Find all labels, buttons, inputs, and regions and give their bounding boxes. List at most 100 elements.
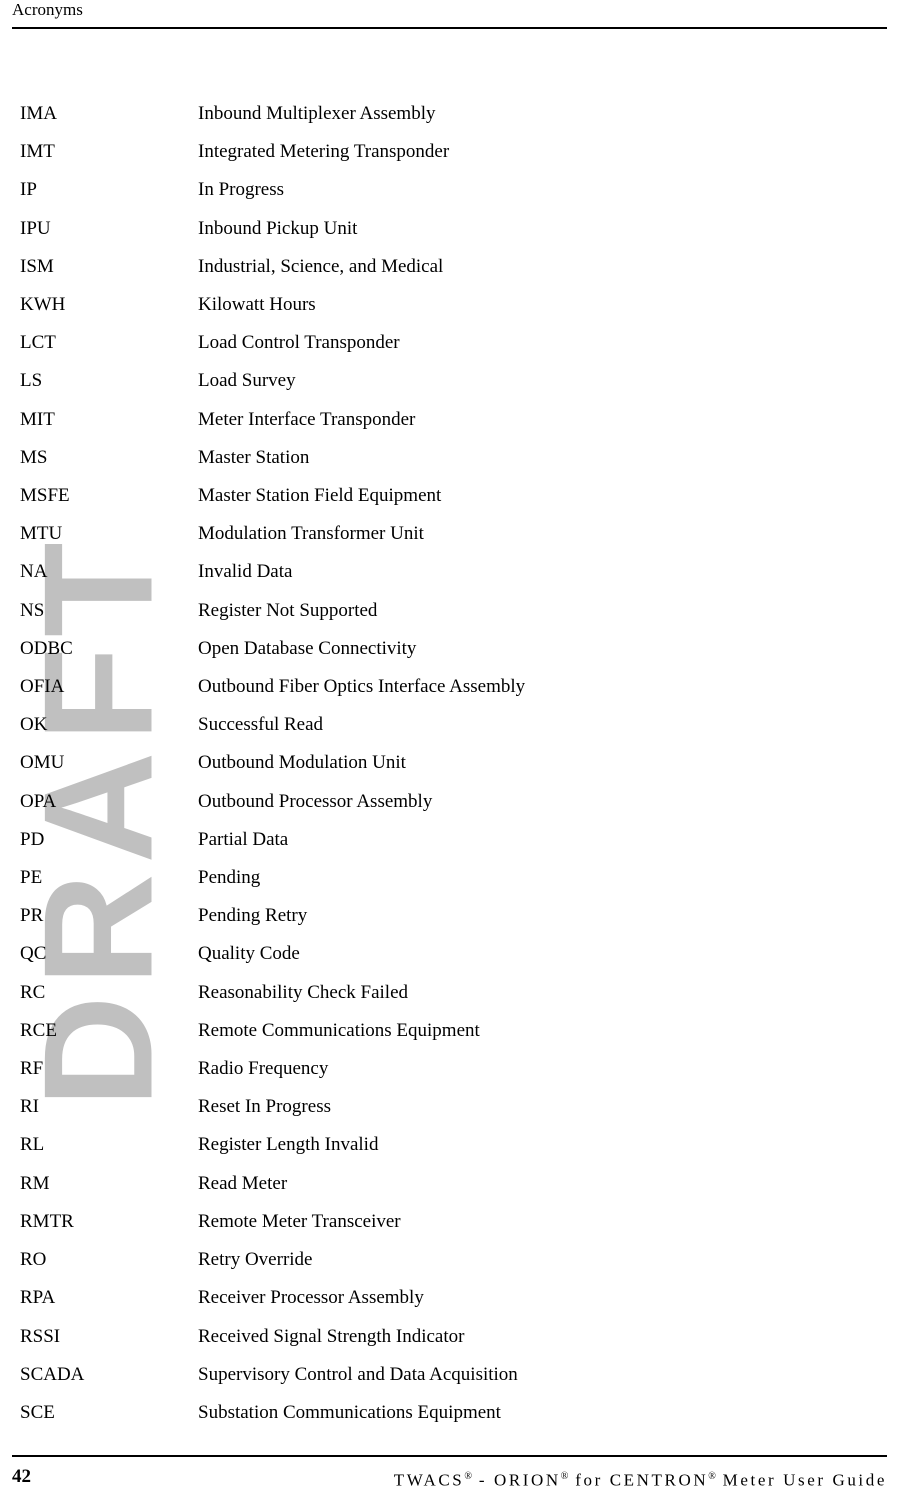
- acronym-definition: In Progress: [198, 179, 285, 201]
- acronym-row: LCT Load Control Transponder: [0, 324, 907, 362]
- acronym-row: RC Reasonability Check Failed: [0, 974, 907, 1012]
- acronym-row: OFIA Outbound Fiber Optics Interface Asse…: [0, 668, 907, 706]
- footer-divider: [12, 1455, 887, 1457]
- acronym-row: RPA Receiver Processor Assembly: [0, 1279, 907, 1317]
- acronym-term: RMTR: [20, 1210, 74, 1232]
- acronym-row: ODBC Open Database Connectivity: [0, 630, 907, 668]
- acronym-term: ODBC: [20, 637, 73, 659]
- acronym-row: MTU Modulation Transformer Unit: [0, 515, 907, 553]
- acronym-row: LS Load Survey: [0, 362, 907, 400]
- acronym-definition: Master Station: [198, 446, 310, 468]
- acronym-row: OK Successful Read: [0, 706, 907, 744]
- page-number: 42: [12, 1466, 31, 1487]
- acronym-term: MIT: [20, 408, 55, 430]
- acronym-term: SCE: [20, 1401, 55, 1423]
- page-title: Acronyms: [12, 0, 83, 19]
- footer-title-segment: for: [568, 1470, 610, 1490]
- acronym-term: IMA: [20, 103, 57, 124]
- footer-title-segment: Meter User Guide: [715, 1470, 887, 1490]
- acronym-term: RM: [20, 1172, 50, 1194]
- acronym-row: RM Read Meter: [0, 1165, 907, 1203]
- acronym-definition: Reasonability Check Failed: [198, 981, 409, 1003]
- acronym-definition: Outbound Processor Assembly: [198, 790, 433, 812]
- acronym-row: RSSI Received Signal Strength Indicator: [0, 1318, 907, 1356]
- page-footer: 42 TWACS® - ORION® for CENTRON® Meter Us…: [0, 1441, 907, 1501]
- acronym-definition: Supervisory Control and Data Acquisition: [198, 1363, 518, 1385]
- registered-trademark-icon: ®: [708, 1471, 716, 1482]
- document-page: DRAFT Acronyms IMA Inbound Multiplexer As…: [0, 0, 907, 1501]
- acronym-term: IMT: [20, 141, 55, 163]
- acronym-definition: Pending: [198, 867, 261, 889]
- acronym-term: MTU: [20, 523, 63, 545]
- acronym-term: RI: [20, 1096, 39, 1118]
- footer-title-segment: -: [471, 1470, 494, 1490]
- acronym-definition: Remote Meter Transceiver: [198, 1210, 401, 1232]
- acronym-term: IP: [20, 179, 37, 201]
- acronym-definition: Inbound Pickup Unit: [198, 217, 358, 239]
- acronym-row: RO Retry Override: [0, 1241, 907, 1279]
- header-divider: [12, 27, 887, 29]
- acronym-row: QC Quality Code: [0, 935, 907, 973]
- acronym-row: OMU Outbound Modulation Unit: [0, 744, 907, 782]
- acronym-definition: Master Station Field Equipment: [198, 485, 442, 507]
- acronym-row: MSFE Master Station Field Equipment: [0, 477, 907, 515]
- acronym-row: MS Master Station: [0, 439, 907, 477]
- acronym-row: OPA Outbound Processor Assembly: [0, 783, 907, 821]
- acronym-definition: Read Meter: [198, 1172, 288, 1194]
- acronym-term: MSFE: [20, 485, 70, 507]
- acronym-row: IMA Inbound Multiplexer Assembly: [0, 95, 907, 133]
- acronym-term: OFIA: [20, 676, 65, 698]
- acronym-definition: Outbound Modulation Unit: [198, 752, 406, 774]
- footer-title-segment: CENTRON: [609, 1470, 709, 1490]
- acronym-definition: Outbound Fiber Optics Interface Assembly: [198, 676, 526, 698]
- acronym-definition: Integrated Metering Transponder: [198, 141, 450, 163]
- acronym-row: IPU Inbound Pickup Unit: [0, 210, 907, 248]
- acronym-definition: Register Not Supported: [198, 599, 378, 621]
- acronym-row: RI Reset In Progress: [0, 1088, 907, 1126]
- acronym-term: OK: [20, 714, 48, 736]
- acronym-row: SCADA Supervisory Control and Data Acquis…: [0, 1356, 907, 1394]
- acronym-row: IP In Progress: [0, 171, 907, 209]
- acronym-definition: Register Length Invalid: [198, 1134, 379, 1156]
- acronym-term: SCADA: [20, 1363, 85, 1385]
- acronym-term: PD: [20, 828, 45, 850]
- acronym-definition: Retry Override: [198, 1249, 313, 1271]
- acronym-definition: Radio Frequency: [198, 1058, 329, 1080]
- acronym-definition: Inbound Multiplexer Assembly: [198, 103, 436, 124]
- acronym-term: NA: [20, 561, 48, 583]
- acronym-term: RF: [20, 1058, 44, 1080]
- acronym-row: ISM Industrial, Science, and Medical: [0, 248, 907, 286]
- acronym-row: IMT Integrated Metering Transponder: [0, 133, 907, 171]
- footer-title-segment: TWACS: [393, 1470, 465, 1490]
- acronym-definition: Kilowatt Hours: [198, 294, 316, 316]
- acronym-term: PR: [20, 905, 44, 927]
- acronym-definition: Substation Communications Equipment: [198, 1401, 501, 1423]
- acronym-row: NS Register Not Supported: [0, 592, 907, 630]
- acronym-row: RL Register Length Invalid: [0, 1126, 907, 1164]
- acronym-term: QC: [20, 943, 47, 965]
- acronym-definition: Invalid Data: [198, 561, 293, 583]
- acronym-term: RO: [20, 1249, 47, 1271]
- acronym-term: LS: [20, 370, 43, 392]
- acronym-definition: Load Survey: [198, 370, 296, 392]
- acronym-definition: Partial Data: [198, 828, 289, 850]
- acronym-definition: Quality Code: [198, 943, 300, 965]
- acronym-definition: Received Signal Strength Indicator: [198, 1325, 465, 1347]
- acronym-term: PE: [20, 867, 43, 889]
- acronym-row: RMTR Remote Meter Transceiver: [0, 1203, 907, 1241]
- acronym-term: LCT: [20, 332, 56, 354]
- acronym-row: SCE Substation Communications Equipment: [0, 1394, 907, 1432]
- acronym-row: RF Radio Frequency: [0, 1050, 907, 1088]
- acronym-row: KWH Kilowatt Hours: [0, 286, 907, 324]
- acronym-term: IPU: [20, 217, 51, 239]
- acronym-definition: Modulation Transformer Unit: [198, 523, 424, 545]
- acronym-term: RSSI: [20, 1325, 61, 1347]
- acronym-row: PD Partial Data: [0, 821, 907, 859]
- acronym-definition: Successful Read: [198, 714, 324, 736]
- acronym-definition: Meter Interface Transponder: [198, 408, 416, 430]
- acronym-row: PR Pending Retry: [0, 897, 907, 935]
- acronym-row: NA Invalid Data: [0, 553, 907, 591]
- acronym-term: RPA: [20, 1287, 56, 1309]
- footer-title-segment: ORION: [493, 1470, 561, 1490]
- document-title-footer: TWACS® - ORION® for CENTRON® Meter User …: [394, 1466, 887, 1492]
